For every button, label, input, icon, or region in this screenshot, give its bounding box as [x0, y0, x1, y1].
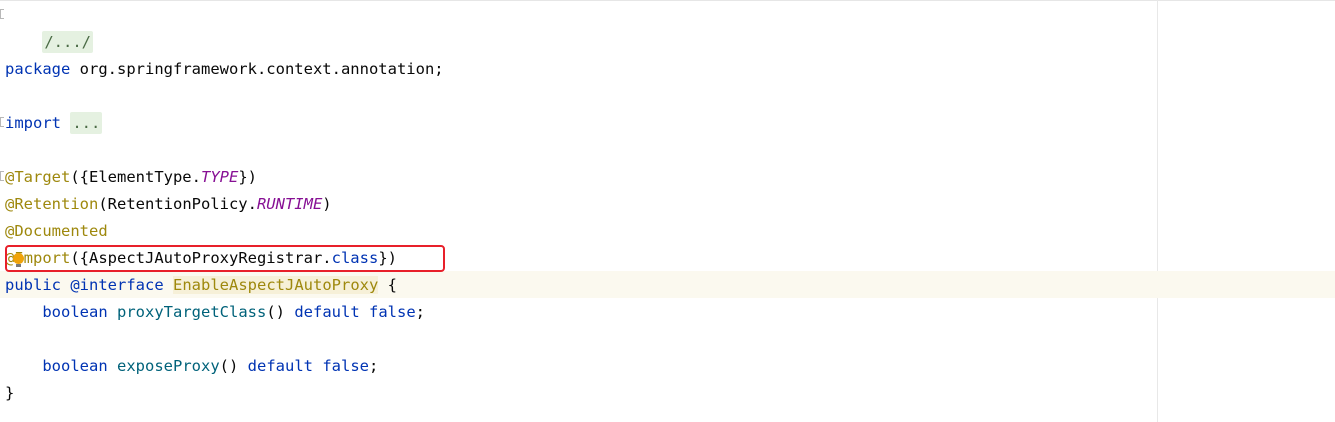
boolean-keyword: boolean	[42, 303, 108, 321]
interface-name: EnableAspectJAutoProxy	[173, 276, 379, 294]
public-keyword: public	[5, 276, 61, 294]
target-annotation: @Target	[5, 168, 71, 186]
default-keyword: default	[294, 303, 360, 321]
folded-region[interactable]: /.../	[42, 31, 93, 53]
code-line-interface-declaration[interactable]: public @interface EnableAspectJAutoProxy…	[5, 272, 397, 299]
false-keyword: false	[322, 357, 370, 375]
semicolon: ;	[369, 357, 379, 375]
package-keyword: package	[5, 60, 71, 78]
code-line-documented[interactable]: @Documented	[5, 218, 108, 245]
fold-marker-icon[interactable]	[0, 9, 4, 19]
red-highlight-box	[5, 245, 445, 272]
lightbulb-base	[16, 264, 21, 267]
closing-brace: }	[5, 384, 15, 402]
code-editor[interactable]: /.../ package org.springframework.contex…	[0, 0, 1335, 422]
semicolon: ;	[415, 303, 426, 321]
method-expose-proxy: exposeProxy	[117, 357, 220, 375]
folded-imports[interactable]: ...	[70, 112, 103, 134]
retention-args-close: )	[322, 195, 332, 213]
code-line-import[interactable]: import ...	[5, 110, 103, 137]
target-args-close: })	[238, 168, 257, 186]
retention-constant: RUNTIME	[256, 195, 323, 213]
code-line-proxy-target-class[interactable]: boolean proxyTargetClass() default false…	[5, 299, 425, 326]
code-line-expose-proxy[interactable]: boolean exposeProxy() default false;	[5, 353, 378, 380]
code-line-retention[interactable]: @Retention(RetentionPolicy.RUNTIME)	[5, 191, 332, 218]
target-args-open: ({ElementType.	[70, 168, 201, 186]
method-proxy-target-class: proxyTargetClass	[117, 303, 267, 321]
method-parens: ()	[266, 303, 285, 321]
package-name: org.springframework.context.annotation;	[79, 60, 444, 78]
import-keyword: import	[5, 114, 61, 132]
method-parens: ()	[219, 357, 239, 375]
fold-marker-icon[interactable]	[0, 117, 4, 127]
code-line-closing-brace[interactable]: }	[5, 380, 14, 407]
right-margin-guide	[1157, 0, 1158, 422]
editor-top-border	[0, 0, 1335, 1]
interface-keyword: @interface	[70, 276, 164, 294]
code-line-folded-header[interactable]: /.../	[5, 2, 93, 53]
default-keyword: default	[247, 357, 313, 375]
lightbulb-icon[interactable]	[13, 253, 24, 264]
false-keyword: false	[369, 303, 416, 321]
boolean-keyword: boolean	[42, 357, 108, 375]
open-brace: {	[378, 276, 397, 294]
retention-annotation: @Retention	[5, 195, 99, 213]
fold-marker-icon[interactable]	[0, 171, 4, 181]
documented-annotation: @Documented	[5, 222, 108, 240]
code-line-target[interactable]: @Target({ElementType.TYPE})	[5, 164, 257, 191]
retention-args-open: (RetentionPolicy.	[98, 195, 257, 213]
code-line-package[interactable]: package org.springframework.context.anno…	[5, 56, 444, 83]
target-constant: TYPE	[200, 168, 239, 186]
